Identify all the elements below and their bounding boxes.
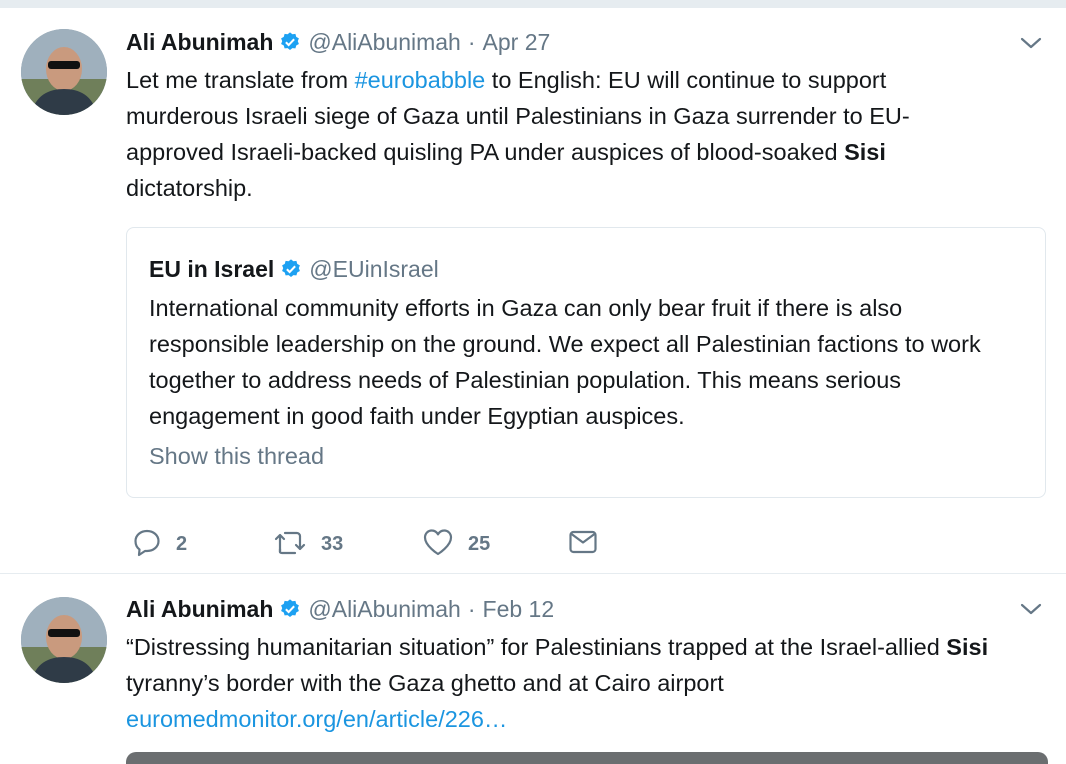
text-segment: Let me translate from [126, 67, 355, 93]
text-segment: “Distressing humanitarian situation” for… [126, 634, 947, 660]
text-segment: dictatorship. [126, 175, 253, 201]
chevron-down-icon[interactable] [1018, 596, 1044, 622]
media-preview[interactable] [126, 752, 1048, 764]
tweet-header: Ali Abunimah @AliAbunimah · Apr 27 [126, 26, 550, 58]
quoted-tweet-header: EU in Israel @EUinIsrael [149, 254, 439, 284]
quoted-tweet-text: International community efforts in Gaza … [149, 295, 981, 429]
tweet[interactable]: Ali Abunimah @AliAbunimah · Apr 27 Let m… [0, 8, 1066, 574]
tweet-header: Ali Abunimah @AliAbunimah · Feb 12 [126, 593, 554, 625]
retweet-icon [273, 527, 307, 562]
avatar[interactable] [21, 597, 107, 683]
direct-message-icon [568, 527, 598, 562]
quoted-tweet[interactable]: EU in Israel @EUinIsrael International c… [126, 227, 1046, 498]
author-handle[interactable]: @AliAbunimah [308, 29, 460, 56]
tweet-date[interactable]: Feb 12 [483, 596, 555, 623]
tweet-text: “Distressing humanitarian situation” for… [126, 629, 996, 737]
like-icon [422, 527, 454, 562]
like-count: 25 [468, 532, 491, 555]
chevron-down-icon[interactable] [1018, 30, 1044, 56]
tweet[interactable]: Ali Abunimah @AliAbunimah · Feb 12 “Dist… [0, 574, 1066, 764]
text-segment: tyranny’s border with the Gaza ghetto an… [126, 670, 724, 696]
reply-button[interactable]: 2 [132, 527, 187, 561]
verified-badge-icon [280, 258, 302, 280]
verified-badge-icon [279, 31, 301, 53]
show-thread-link[interactable]: Show this thread [149, 443, 324, 470]
bold-mention: Sisi [946, 634, 989, 660]
avatar[interactable] [21, 29, 107, 115]
like-button[interactable]: 25 [422, 527, 490, 561]
author-handle[interactable]: @AliAbunimah [308, 596, 460, 623]
reply-count: 2 [176, 532, 188, 555]
top-separator [0, 0, 1066, 8]
quoted-author-name: EU in Israel [149, 255, 275, 282]
separator-dot: · [467, 595, 476, 622]
separator-dot: · [467, 28, 476, 55]
retweet-count: 33 [321, 532, 344, 555]
tweet-date[interactable]: Apr 27 [483, 29, 551, 56]
article-link[interactable]: euromedmonitor.org/en/article/226… [126, 706, 507, 732]
tweet-text: Let me translate from #eurobabble to Eng… [126, 62, 996, 206]
verified-badge-icon [279, 598, 301, 620]
author-name[interactable]: Ali Abunimah [126, 596, 273, 623]
bold-mention: Sisi [844, 139, 886, 165]
hashtag-link[interactable]: #eurobabble [355, 67, 486, 93]
reply-icon [132, 527, 162, 562]
quoted-author-handle: @EUinIsrael [309, 255, 439, 282]
tweet-actions: 2 33 25 [128, 527, 628, 561]
retweet-button[interactable]: 33 [273, 527, 343, 561]
direct-message-button[interactable] [568, 527, 598, 561]
author-name[interactable]: Ali Abunimah [126, 29, 273, 56]
